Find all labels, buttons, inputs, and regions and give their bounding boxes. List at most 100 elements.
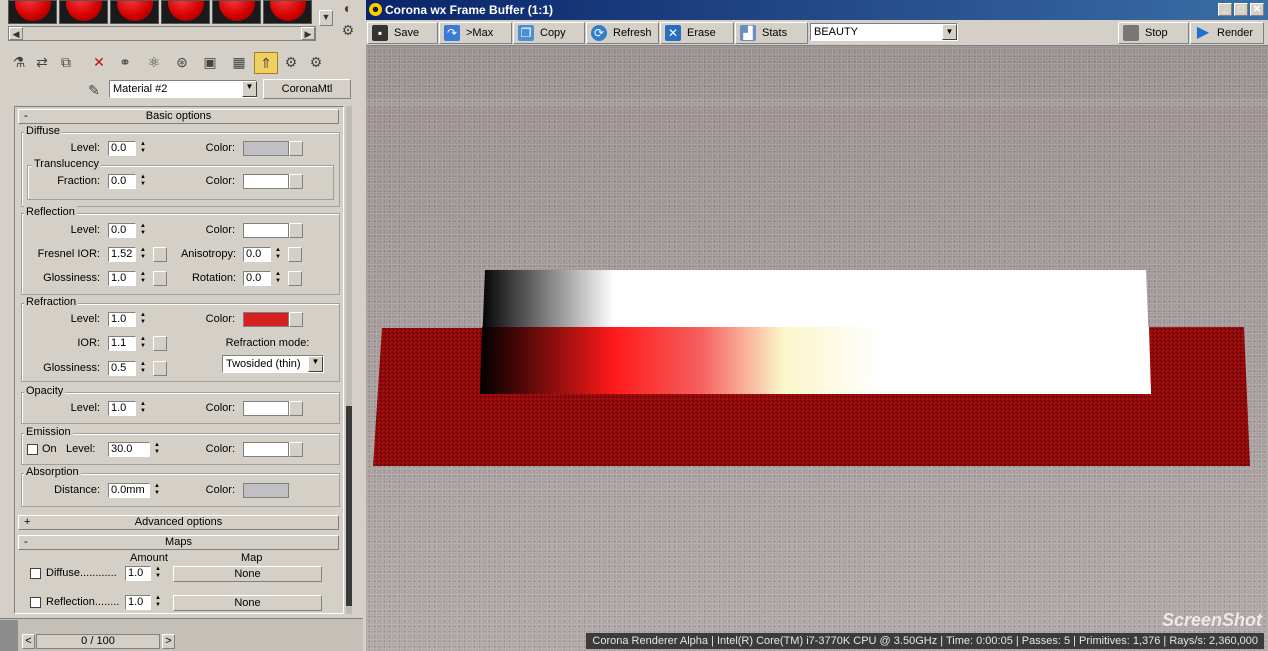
sample-type-icon[interactable]: ◐: [338, 0, 358, 18]
translucency-fraction-input[interactable]: 0.0: [108, 174, 136, 189]
material-slot[interactable]: [212, 0, 261, 24]
anisotropy-spinner[interactable]: ▲ ▼: [273, 247, 283, 262]
render-button[interactable]: ▶ Render: [1190, 22, 1264, 44]
fresnel-ior-map-button[interactable]: [153, 247, 167, 262]
reflection-glossiness-input[interactable]: 1.0: [108, 271, 136, 286]
emission-color-swatch[interactable]: [243, 442, 289, 457]
diffuse-map-amount-spinner[interactable]: ▲ ▼: [153, 566, 163, 581]
diffuse-map-checkbox[interactable]: [30, 568, 41, 579]
reflection-map-slot-button[interactable]: None: [173, 595, 322, 611]
material-name-dropdown-arrow[interactable]: ▼: [242, 81, 257, 97]
opacity-level-input[interactable]: 1.0: [108, 401, 136, 416]
material-slot[interactable]: [8, 0, 57, 24]
close-button[interactable]: ✕: [1250, 3, 1264, 16]
max-button[interactable]: ↷ >Max: [439, 22, 512, 44]
refraction-glossiness-spinner[interactable]: ▲ ▼: [138, 361, 148, 376]
emission-on-checkbox[interactable]: [27, 444, 38, 455]
timeline-slider[interactable]: 0 / 100: [36, 634, 160, 649]
basic-options-rollout-header[interactable]: - Basic options: [18, 109, 339, 124]
reflection-map-amount-spinner[interactable]: ▲ ▼: [153, 595, 163, 610]
reset-map-icon[interactable]: ✕: [88, 52, 110, 74]
show-end-result-icon[interactable]: ▦: [225, 52, 253, 74]
stop-button[interactable]: Stop: [1118, 22, 1189, 44]
reflection-level-spinner[interactable]: ▲ ▼: [138, 223, 148, 238]
put-to-scene-icon[interactable]: ⇄: [31, 52, 53, 74]
eyedropper-icon[interactable]: ✎: [84, 80, 104, 98]
show-map-icon[interactable]: ▣: [196, 52, 224, 74]
channel-dropdown-arrow[interactable]: ▼: [942, 24, 957, 40]
put-to-library-icon[interactable]: ⚛: [140, 52, 168, 74]
anisotropy-map-button[interactable]: [288, 247, 302, 262]
reflection-color-swatch[interactable]: [243, 223, 289, 238]
fresnel-ior-spinner[interactable]: ▲ ▼: [138, 247, 148, 262]
scroll-right-button[interactable]: ▶: [301, 27, 315, 40]
translucency-color-swatch[interactable]: [243, 174, 289, 189]
emission-level-spinner[interactable]: ▲ ▼: [152, 442, 162, 457]
go-forward-sibling-icon[interactable]: ⚙: [279, 52, 303, 74]
anisotropy-input[interactable]: 0.0: [243, 247, 271, 262]
diffuse-map-amount[interactable]: 1.0: [125, 566, 151, 581]
refraction-mode-dropdown-arrow[interactable]: ▼: [308, 356, 323, 372]
slots-horizontal-scrollbar[interactable]: ◀ ▶: [8, 26, 316, 41]
reflection-map-button[interactable]: [289, 223, 303, 238]
reflection-map-checkbox[interactable]: [30, 597, 41, 608]
absorption-distance-input[interactable]: 0.0mm: [108, 483, 150, 498]
rotation-spinner[interactable]: ▲ ▼: [273, 271, 283, 286]
opacity-map-button[interactable]: [289, 401, 303, 416]
absorption-color-swatch[interactable]: [243, 483, 289, 498]
diffuse-level-input[interactable]: 0.0: [108, 141, 136, 156]
material-slot[interactable]: [161, 0, 210, 24]
refresh-button[interactable]: ⟳ Refresh: [586, 22, 659, 44]
scroll-left-button[interactable]: ◀: [9, 27, 23, 40]
scrollbar-thumb[interactable]: [346, 406, 352, 606]
refraction-level-spinner[interactable]: ▲ ▼: [138, 312, 148, 327]
absorption-distance-spinner[interactable]: ▲ ▼: [152, 483, 162, 498]
material-slot[interactable]: [110, 0, 159, 24]
get-material-icon[interactable]: ⚗: [8, 52, 30, 74]
go-to-parent-icon[interactable]: ⇑: [254, 52, 278, 74]
advanced-options-rollout-header[interactable]: + Advanced options: [18, 515, 339, 530]
make-unique-icon[interactable]: ⚭: [111, 52, 139, 74]
material-type-button[interactable]: CoronaMtl: [263, 79, 351, 99]
emission-map-button[interactable]: [289, 442, 303, 457]
refraction-glossiness-input[interactable]: 0.5: [108, 361, 136, 376]
fresnel-ior-input[interactable]: 1.52: [108, 247, 136, 262]
reflection-glossiness-map-button[interactable]: [153, 271, 167, 286]
reflection-level-input[interactable]: 0.0: [108, 223, 136, 238]
opacity-color-swatch[interactable]: [243, 401, 289, 416]
opacity-level-spinner[interactable]: ▲ ▼: [138, 401, 148, 416]
channel-select[interactable]: BEAUTY: [810, 23, 958, 41]
render-viewport[interactable]: ScreenShot Corona Renderer Alpha | Intel…: [366, 47, 1268, 651]
copy-button[interactable]: ❐ Copy: [513, 22, 585, 44]
rollout-scrollbar[interactable]: [346, 106, 352, 614]
material-name-field[interactable]: Material #2: [109, 80, 257, 98]
translucency-fraction-spinner[interactable]: ▲ ▼: [138, 174, 148, 189]
select-by-material-icon[interactable]: ⚙: [304, 52, 328, 74]
timeline-prev-button[interactable]: <: [22, 634, 35, 649]
stats-button[interactable]: ▟ Stats: [735, 22, 808, 44]
refraction-level-input[interactable]: 1.0: [108, 312, 136, 327]
diffuse-level-spinner[interactable]: ▲ ▼: [138, 141, 148, 156]
material-slot[interactable]: [263, 0, 312, 24]
refraction-ior-input[interactable]: 1.1: [108, 336, 136, 351]
diffuse-map-button[interactable]: [289, 141, 303, 156]
translucency-map-button[interactable]: [289, 174, 303, 189]
material-id-icon[interactable]: ⊛: [169, 52, 195, 74]
material-slot[interactable]: [59, 0, 108, 24]
emission-level-input[interactable]: 30.0: [108, 442, 150, 457]
rotation-map-button[interactable]: [288, 271, 302, 286]
diffuse-map-slot-button[interactable]: None: [173, 566, 322, 582]
reflection-glossiness-spinner[interactable]: ▲ ▼: [138, 271, 148, 286]
assign-material-icon[interactable]: ⧉: [54, 52, 78, 74]
maximize-button[interactable]: □: [1234, 3, 1248, 16]
erase-button[interactable]: ✕ Erase: [660, 22, 734, 44]
maps-rollout-header[interactable]: - Maps: [18, 535, 339, 550]
backlight-icon[interactable]: ⚙: [338, 20, 358, 40]
save-button[interactable]: ▪ Save: [367, 22, 438, 44]
rotation-input[interactable]: 0.0: [243, 271, 271, 286]
refraction-ior-spinner[interactable]: ▲ ▼: [138, 336, 148, 351]
slots-scroll-down-button[interactable]: ▼: [319, 10, 333, 26]
refraction-color-swatch[interactable]: [243, 312, 289, 327]
refraction-map-button[interactable]: [289, 312, 303, 327]
timeline-next-button[interactable]: >: [162, 634, 175, 649]
